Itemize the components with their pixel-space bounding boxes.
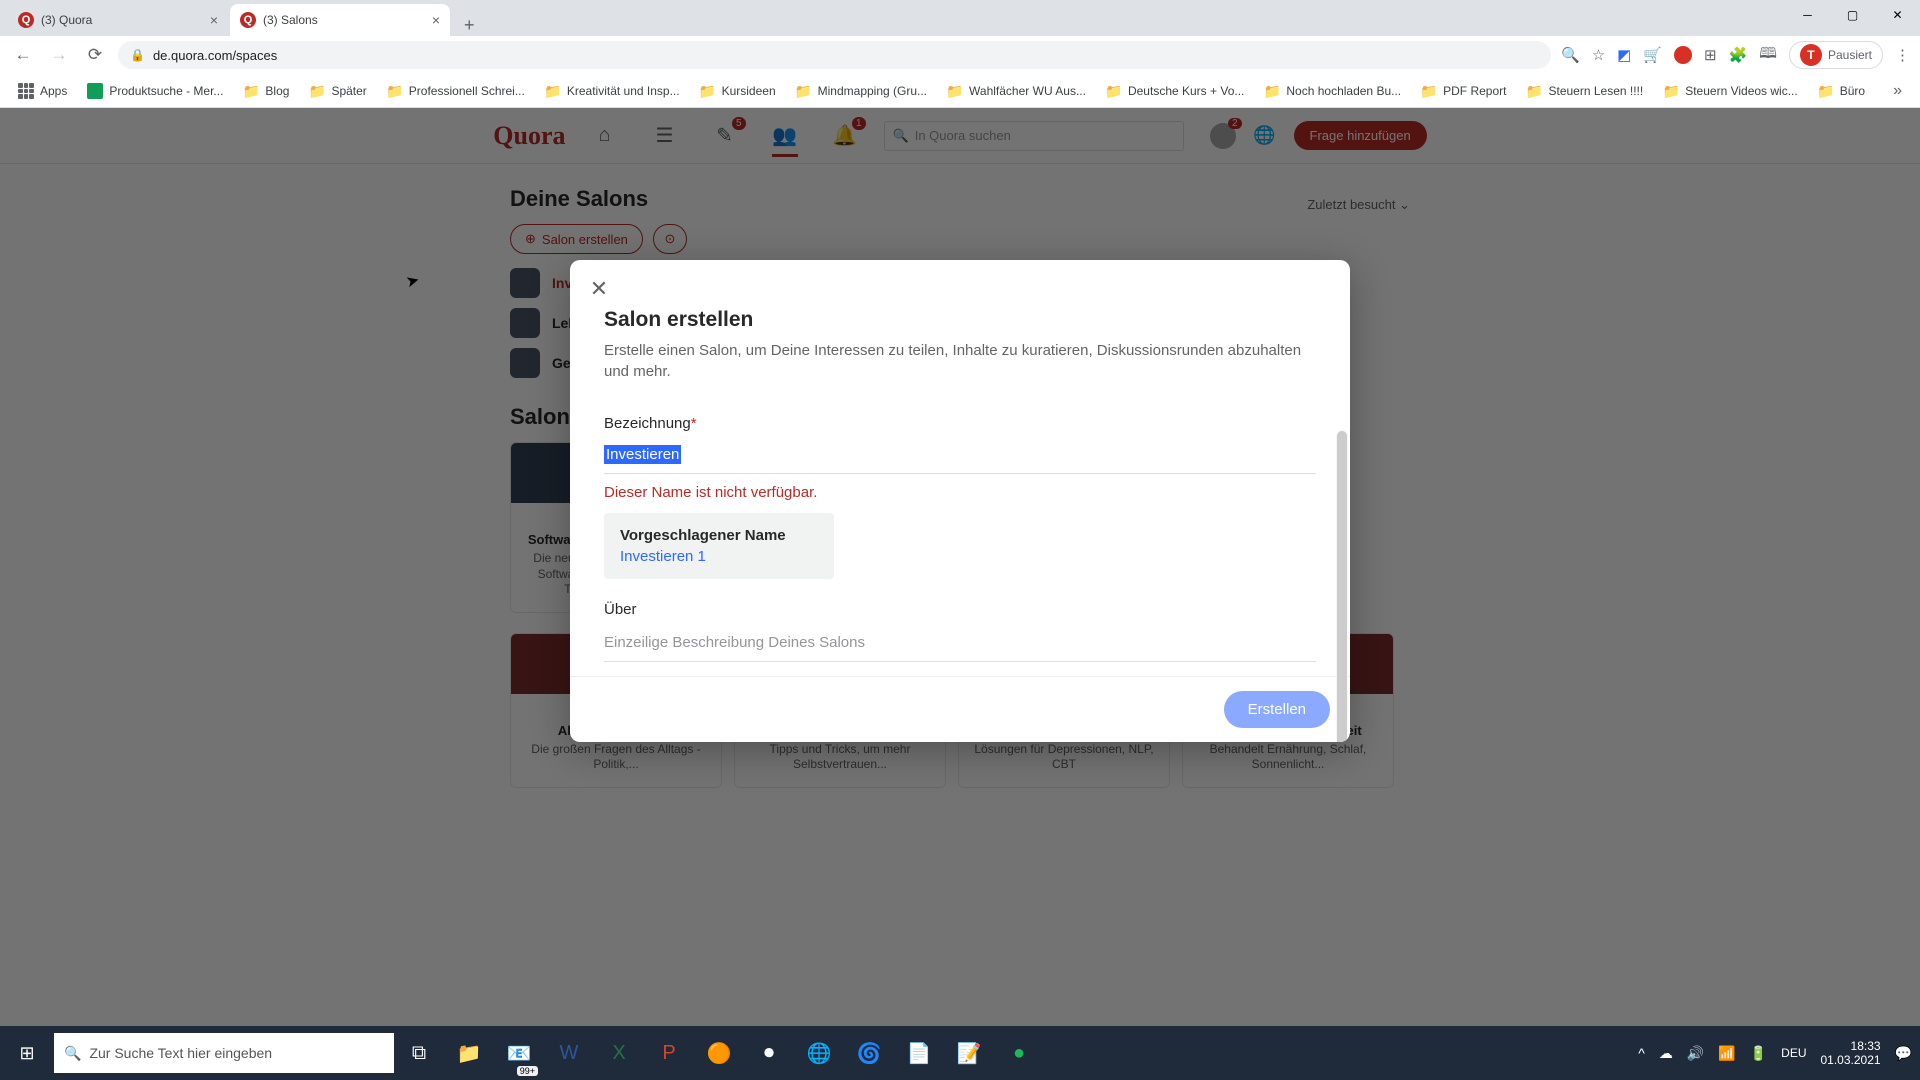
url-input[interactable]: 🔒 de.quora.com/spaces [118, 41, 1551, 69]
quora-favicon: Q [18, 12, 34, 28]
bookmark-item[interactable]: 📁Kreativität und Insp... [537, 79, 688, 103]
bookmark-item[interactable]: 📁Steuern Lesen !!!! [1518, 79, 1651, 103]
obs-icon[interactable]: ⏺ [744, 1026, 794, 1080]
suggestion-label: Vorgeschlagener Name [620, 527, 818, 544]
forward-button[interactable]: → [46, 42, 72, 68]
extension-icon[interactable] [1674, 46, 1692, 64]
extension-icon[interactable]: 🛒 [1643, 46, 1662, 64]
bookmark-item[interactable]: 📁Deutsche Kurs + Vo... [1098, 79, 1252, 103]
tray-chevron-icon[interactable]: ^ [1638, 1045, 1645, 1061]
name-error: Dieser Name ist nicht verfügbar. [604, 484, 1316, 501]
bookmark-item[interactable]: Produktsuche - Mer... [79, 79, 231, 103]
wifi-icon[interactable]: 📶 [1718, 1045, 1735, 1062]
zoom-icon[interactable]: 🔍 [1561, 46, 1580, 64]
bookmark-item[interactable]: Apps [10, 79, 75, 103]
minimize-button[interactable]: ─ [1785, 0, 1830, 30]
clock[interactable]: 18:33 01.03.2021 [1821, 1039, 1881, 1068]
excel-icon[interactable]: X [594, 1026, 644, 1080]
close-icon[interactable]: × [432, 12, 440, 28]
url-text: de.quora.com/spaces [153, 48, 277, 63]
taskbar-search[interactable]: 🔍 Zur Suche Text hier eingeben [54, 1033, 394, 1073]
bookmarks-overflow[interactable]: » [1885, 82, 1910, 100]
bookmark-item[interactable]: 📁Büro [1810, 79, 1873, 103]
bookmark-item[interactable]: 📁PDF Report [1413, 79, 1514, 103]
close-modal-button[interactable]: ✕ [584, 274, 614, 304]
input-selection: Investieren [604, 445, 681, 464]
profile-button[interactable]: T Pausiert [1789, 41, 1883, 69]
suggestion-value: Investieren 1 [620, 548, 818, 565]
name-label: Bezeichnung* [604, 415, 1316, 432]
onedrive-icon[interactable]: ☁ [1659, 1045, 1673, 1062]
keyboard-lang[interactable]: DEU [1781, 1046, 1806, 1060]
bookmark-item[interactable]: 📁Blog [235, 79, 297, 103]
edge-icon[interactable]: 🌀 [844, 1026, 894, 1080]
bookmark-item[interactable]: 📁Noch hochladen Bu... [1256, 79, 1409, 103]
lock-icon: 🔒 [130, 48, 145, 62]
tab-title: (3) Salons [263, 13, 318, 27]
toolbar-icons: 🔍 ☆ ◩ 🛒 ⊞ 🧩 🕮 T Pausiert ⋮ [1561, 41, 1910, 69]
about-input[interactable]: Einzeilige Beschreibung Deines Salons [604, 624, 1316, 662]
reading-list-icon[interactable]: 🕮 [1759, 43, 1777, 68]
notifications-icon[interactable]: 💬 [1895, 1045, 1912, 1062]
new-tab-button[interactable]: + [452, 15, 487, 36]
about-label: Über [604, 601, 1316, 618]
file-explorer-icon[interactable]: 📁 [444, 1026, 494, 1080]
badge: 99+ [517, 1066, 538, 1076]
bookmark-item[interactable]: 📁Steuern Videos wic... [1655, 79, 1806, 103]
close-window-button[interactable]: ✕ [1875, 0, 1920, 30]
bookmarks-bar: AppsProduktsuche - Mer...📁Blog📁Später📁Pr… [0, 74, 1920, 108]
app-icon[interactable]: 📄 [894, 1026, 944, 1080]
bookmark-item[interactable]: 📁Später [301, 79, 374, 103]
create-salon-modal: ✕ Salon erstellen Erstelle einen Salon, … [570, 260, 1350, 742]
word-icon[interactable]: W [544, 1026, 594, 1080]
star-icon[interactable]: ☆ [1592, 46, 1605, 64]
notepad-icon[interactable]: 📝 [944, 1026, 994, 1080]
modal-subtitle: Erstelle einen Salon, um Deine Interesse… [604, 340, 1316, 382]
windows-taskbar: ⊞ 🔍 Zur Suche Text hier eingeben ⧉ 📁 📧99… [0, 1026, 1920, 1080]
volume-icon[interactable]: 🔊 [1687, 1045, 1704, 1062]
bookmark-item[interactable]: 📁Professionell Schrei... [379, 79, 533, 103]
reload-button[interactable]: ⟳ [82, 42, 108, 68]
bookmark-item[interactable]: 📁Mindmapping (Gru... [788, 79, 935, 103]
browser-tab-active[interactable]: Q (3) Salons × [230, 4, 450, 36]
extensions-icon[interactable]: 🧩 [1729, 46, 1748, 64]
salon-name-input[interactable]: Investieren [604, 436, 1316, 474]
battery-icon[interactable]: 🔋 [1750, 1045, 1767, 1062]
tab-bar: Q (3) Quora × Q (3) Salons × + ─ ▢ ✕ [0, 0, 1920, 36]
chrome-icon[interactable]: 🌐 [794, 1026, 844, 1080]
start-button[interactable]: ⊞ [0, 1026, 54, 1080]
browser-tab[interactable]: Q (3) Quora × [8, 4, 228, 36]
maximize-button[interactable]: ▢ [1830, 0, 1875, 30]
menu-icon[interactable]: ⋮ [1895, 46, 1910, 64]
app-icon[interactable]: 🟠 [694, 1026, 744, 1080]
quora-favicon: Q [240, 12, 256, 28]
extension-icon[interactable]: ⊞ [1704, 46, 1717, 64]
address-bar: ← → ⟳ 🔒 de.quora.com/spaces 🔍 ☆ ◩ 🛒 ⊞ 🧩 … [0, 36, 1920, 74]
bookmark-item[interactable]: 📁Kursideen [692, 79, 784, 103]
submit-button[interactable]: Erstellen [1224, 691, 1330, 728]
name-suggestion[interactable]: Vorgeschlagener Name Investieren 1 [604, 513, 834, 579]
close-icon[interactable]: × [210, 12, 218, 28]
task-view-icon[interactable]: ⧉ [394, 1026, 444, 1080]
system-tray: ^ ☁ 🔊 📶 🔋 DEU 18:33 01.03.2021 💬 [1638, 1039, 1920, 1068]
powerpoint-icon[interactable]: P [644, 1026, 694, 1080]
spotify-icon[interactable]: ● [994, 1026, 1044, 1080]
extension-icon[interactable]: ◩ [1617, 46, 1631, 64]
back-button[interactable]: ← [10, 42, 36, 68]
tab-title: (3) Quora [41, 13, 92, 27]
mail-icon[interactable]: 📧99+ [494, 1026, 544, 1080]
profile-avatar: T [1800, 44, 1822, 66]
window-controls: ─ ▢ ✕ [1785, 0, 1920, 30]
bookmark-item[interactable]: 📁Wahlfächer WU Aus... [939, 79, 1094, 103]
browser-chrome: Q (3) Quora × Q (3) Salons × + ─ ▢ ✕ ← →… [0, 0, 1920, 108]
modal-scrollbar[interactable] [1336, 430, 1348, 742]
modal-title: Salon erstellen [604, 308, 1316, 332]
profile-state: Pausiert [1828, 48, 1872, 62]
